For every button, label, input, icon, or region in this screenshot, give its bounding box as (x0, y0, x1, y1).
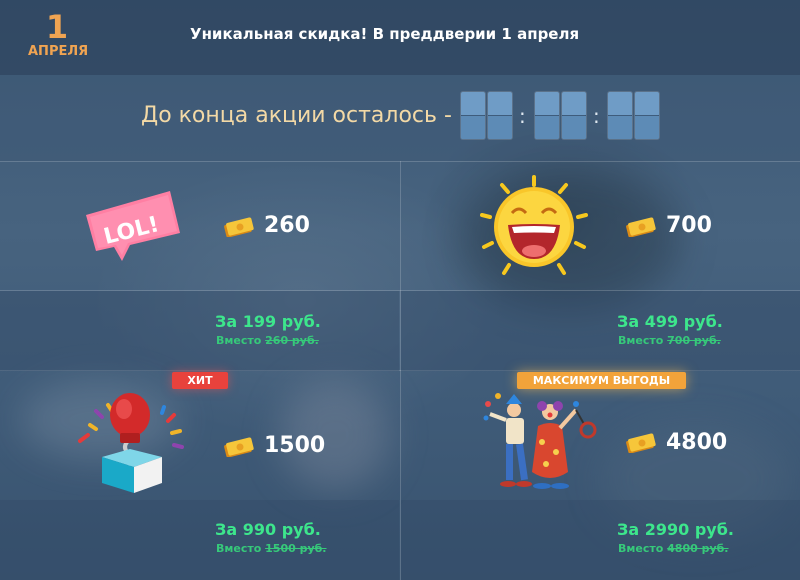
countdown-digit (635, 92, 659, 139)
currency-amount: 4800 (666, 430, 728, 455)
promo-page: 1 АПРЕЛЯ Уникальная скидка! В преддверии… (0, 0, 800, 580)
old-price-prefix: Вместо (216, 334, 262, 347)
offer-price[interactable]: За 2990 руб. (617, 520, 734, 539)
boxing-glove-box-icon (78, 393, 184, 493)
offer-price[interactable]: За 199 руб. (215, 312, 321, 331)
offer-card-260[interactable] (0, 162, 399, 370)
offer-price[interactable]: За 990 руб. (215, 520, 321, 539)
countdown-digit (608, 92, 632, 139)
countdown-digit (535, 92, 559, 139)
offer-card-1500[interactable] (0, 371, 399, 580)
countdown-digit (461, 92, 485, 139)
offer-old-price: Вместо 4800 руб. (618, 542, 729, 555)
old-price-prefix: Вместо (618, 334, 664, 347)
old-price-prefix: Вместо (618, 542, 664, 555)
countdown-separator: : (519, 104, 526, 128)
date-number: 1 (45, 8, 69, 46)
currency-amount: 700 (666, 213, 712, 238)
currency-amount: 260 (264, 213, 310, 238)
lol-bubble-icon: LOL! (86, 191, 180, 261)
offer-price[interactable]: За 499 руб. (617, 312, 723, 331)
juggling-clowns-icon (483, 393, 597, 489)
coin-bill-icon (626, 433, 656, 453)
old-price-value: 260 руб. (265, 334, 319, 347)
max-value-badge: МАКСИМУМ ВЫГОДЫ (517, 372, 686, 389)
offer-old-price: Вместо 700 руб. (618, 334, 721, 347)
old-price-prefix: Вместо (216, 542, 262, 555)
offer-old-price: Вместо 1500 руб. (216, 542, 327, 555)
coin-bill-icon (626, 217, 656, 237)
date-month: АПРЕЛЯ (28, 44, 89, 59)
countdown-separator: : (593, 104, 600, 128)
coin-bill-icon (224, 217, 254, 237)
laughing-sun-icon (480, 175, 588, 275)
countdown-digit (488, 92, 512, 139)
currency-amount: 1500 (264, 433, 326, 458)
coin-bill-icon (224, 437, 254, 457)
countdown-label: До конца акции осталось - (141, 103, 452, 128)
old-price-value: 1500 руб. (265, 542, 327, 555)
countdown-digit (562, 92, 586, 139)
old-price-value: 4800 руб. (667, 542, 729, 555)
offer-old-price: Вместо 260 руб. (216, 334, 319, 347)
old-price-value: 700 руб. (667, 334, 721, 347)
offer-card-700[interactable] (401, 162, 800, 370)
page-title: Уникальная скидка! В преддверии 1 апреля (190, 25, 580, 43)
